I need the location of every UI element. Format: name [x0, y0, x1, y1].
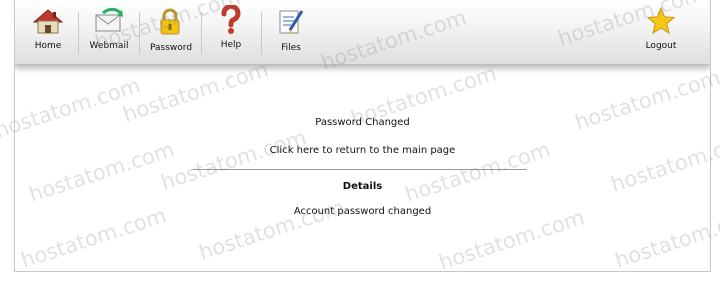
toolbar: Home Webmail Password Help Files Logout [15, 0, 710, 65]
details-heading: Details [342, 181, 383, 192]
padlock-icon [160, 8, 180, 35]
logout-label: Logout [645, 41, 677, 51]
logout-button[interactable]: Logout [643, 7, 679, 61]
status-message: Password Changed [315, 117, 410, 128]
details-text: Account password changed [293, 206, 432, 217]
toolbar-divider [201, 12, 202, 54]
return-main-link[interactable]: Click here to return to the main page [15, 145, 710, 156]
files-button[interactable]: Files [274, 8, 308, 62]
files-label: Files [281, 43, 301, 53]
webmail-button[interactable]: Webmail [89, 8, 129, 62]
toolbar-divider [261, 12, 262, 54]
divider [193, 169, 527, 170]
password-label: Password [150, 43, 193, 53]
home-button[interactable]: Home [32, 8, 64, 62]
home-icon [33, 9, 63, 34]
page-frame: Home Webmail Password Help Files Logout … [14, 0, 711, 272]
help-button[interactable]: Help [215, 5, 247, 59]
home-label: Home [34, 41, 62, 51]
toolbar-divider [139, 12, 140, 54]
main-content: Password Changed Click here to return to… [15, 66, 710, 271]
files-icon [279, 10, 304, 34]
toolbar-divider [78, 12, 79, 54]
question-icon [221, 5, 241, 34]
webmail-label: Webmail [89, 41, 129, 51]
webmail-icon [95, 8, 123, 32]
password-button[interactable]: Password [150, 8, 193, 62]
star-icon [647, 7, 675, 35]
help-label: Help [220, 40, 242, 50]
